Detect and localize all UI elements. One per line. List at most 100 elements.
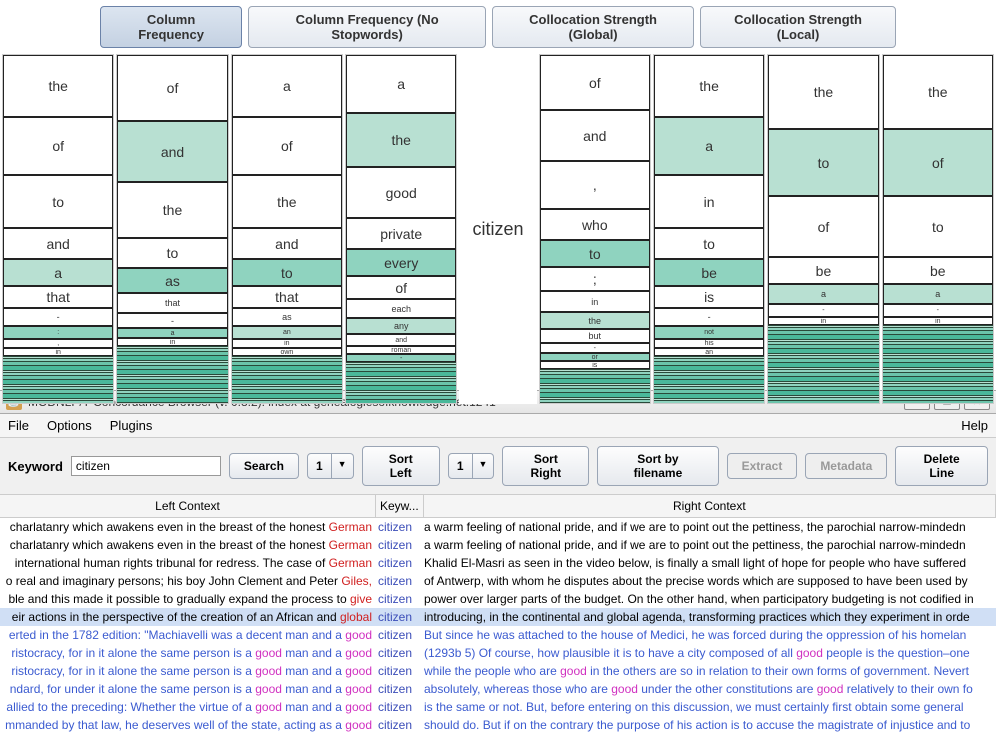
viz-word-cell[interactable]: to <box>540 240 650 267</box>
viz-word-cell[interactable]: be <box>654 259 764 286</box>
viz-word-cell[interactable]: be <box>883 257 993 284</box>
viz-word-cell[interactable]: the <box>768 55 878 129</box>
viz-word-cell[interactable]: that <box>117 293 227 313</box>
viz-tab[interactable]: Collocation Strength (Local) <box>700 6 896 48</box>
viz-word-cell[interactable]: - <box>3 308 113 326</box>
viz-word-cell[interactable]: to <box>654 228 764 259</box>
viz-word-cell[interactable]: a <box>883 284 993 304</box>
viz-word-cell[interactable]: be <box>768 257 878 284</box>
viz-word-cell[interactable]: an <box>654 348 764 356</box>
viz-word-cell[interactable]: - <box>540 343 650 353</box>
sort-right-num-dropdown[interactable]: 1 ▼ <box>448 453 495 479</box>
viz-word-cell[interactable]: is <box>654 286 764 308</box>
viz-word-cell[interactable]: that <box>3 286 113 308</box>
concordance-row[interactable]: eir actions in the perspective of the cr… <box>0 608 996 626</box>
viz-word-cell[interactable]: private <box>346 218 456 249</box>
viz-tab[interactable]: Collocation Strength (Global) <box>492 6 694 48</box>
concordance-row[interactable]: ristocracy, for in it alone the same per… <box>0 662 996 680</box>
viz-word-cell[interactable]: his <box>654 339 764 348</box>
concordance-row[interactable]: allied to the preceding: Whether the vir… <box>0 698 996 716</box>
viz-word-cell[interactable]: a <box>768 284 878 304</box>
viz-word-cell[interactable]: of <box>540 55 650 110</box>
viz-word-cell[interactable]: not <box>654 326 764 339</box>
header-left-context[interactable]: Left Context <box>0 495 376 517</box>
viz-tab[interactable]: Column Frequency (No Stopwords) <box>248 6 486 48</box>
viz-word-cell[interactable]: and <box>346 334 456 346</box>
viz-word-cell[interactable]: the <box>346 113 456 167</box>
viz-word-cell[interactable]: of <box>3 117 113 175</box>
viz-word-cell[interactable]: roman <box>346 346 456 354</box>
chevron-down-icon[interactable]: ▼ <box>473 453 495 479</box>
viz-word-cell[interactable]: of <box>883 129 993 196</box>
viz-tab[interactable]: Column Frequency <box>100 6 242 48</box>
sort-filename-button[interactable]: Sort by filename <box>597 446 718 486</box>
viz-word-cell[interactable]: a <box>654 117 764 175</box>
viz-word-cell[interactable]: as <box>232 308 342 326</box>
viz-word-cell[interactable]: of <box>346 276 456 299</box>
menu-plugins[interactable]: Plugins <box>110 418 153 433</box>
viz-word-cell[interactable]: : <box>3 326 113 339</box>
viz-word-cell[interactable]: the <box>117 182 227 238</box>
viz-word-cell[interactable]: the <box>232 175 342 228</box>
concordance-row[interactable]: charlatanry which awakens even in the br… <box>0 518 996 536</box>
viz-word-cell[interactable]: - <box>117 313 227 328</box>
viz-word-cell[interactable]: and <box>117 121 227 182</box>
header-keyword[interactable]: Keyw... <box>376 495 424 517</box>
viz-word-cell[interactable]: a <box>232 55 342 117</box>
viz-word-cell[interactable]: - <box>768 304 878 317</box>
viz-word-cell[interactable]: the <box>3 55 113 117</box>
viz-word-cell[interactable]: an <box>232 326 342 339</box>
concordance-row[interactable]: ndard, for under it alone the same perso… <box>0 680 996 698</box>
keyword-input[interactable] <box>71 456 221 476</box>
menu-options[interactable]: Options <box>47 418 92 433</box>
viz-word-cell[interactable]: of <box>117 55 227 121</box>
viz-word-cell[interactable]: the <box>540 312 650 329</box>
viz-word-cell[interactable]: a <box>346 55 456 113</box>
viz-column[interactable]: theaintobeis-nothisan <box>653 54 765 404</box>
concordance-table[interactable]: charlatanry which awakens even in the br… <box>0 518 996 734</box>
concordance-row[interactable]: o real and imaginary persons; his boy Jo… <box>0 572 996 590</box>
concordance-row[interactable]: mmanded by that law, he deserves well of… <box>0 716 996 734</box>
viz-word-cell[interactable]: in <box>117 338 227 346</box>
concordance-row[interactable]: ble and this made it possible to gradual… <box>0 590 996 608</box>
viz-word-cell[interactable]: that <box>232 286 342 308</box>
viz-word-cell[interactable]: and <box>540 110 650 161</box>
sort-right-button[interactable]: Sort Right <box>502 446 589 486</box>
viz-word-cell[interactable]: the <box>883 55 993 129</box>
sort-left-num-dropdown[interactable]: 1 ▼ <box>307 453 354 479</box>
viz-word-cell[interactable]: , <box>540 161 650 209</box>
delete-line-button[interactable]: Delete Line <box>895 446 988 486</box>
viz-word-cell[interactable]: good <box>346 167 456 218</box>
viz-word-cell[interactable]: ; <box>540 267 650 291</box>
header-right-context[interactable]: Right Context <box>424 495 996 517</box>
viz-word-cell[interactable]: and <box>232 228 342 259</box>
viz-column[interactable]: athegoodprivateeveryofeachanyandroman- <box>345 54 457 404</box>
viz-word-cell[interactable]: in <box>768 317 878 325</box>
menu-file[interactable]: File <box>8 418 29 433</box>
viz-word-cell[interactable]: each <box>346 299 456 318</box>
chevron-down-icon[interactable]: ▼ <box>332 453 354 479</box>
viz-column[interactable]: aoftheandtothatasaninown <box>231 54 343 404</box>
viz-word-cell[interactable]: in <box>654 175 764 228</box>
viz-column[interactable]: theoftoandathat-:,in <box>2 54 114 404</box>
viz-column[interactable]: ofand,whoto;inthebut-oris <box>539 54 651 404</box>
viz-word-cell[interactable]: a <box>3 259 113 286</box>
viz-word-cell[interactable]: and <box>3 228 113 259</box>
viz-word-cell[interactable]: but <box>540 329 650 343</box>
viz-word-cell[interactable]: in <box>883 317 993 325</box>
viz-word-cell[interactable]: in <box>540 291 650 312</box>
viz-word-cell[interactable]: the <box>654 55 764 117</box>
search-button[interactable]: Search <box>229 453 299 479</box>
viz-word-cell[interactable]: - <box>654 308 764 326</box>
viz-word-cell[interactable]: - <box>883 304 993 317</box>
viz-word-cell[interactable]: any <box>346 318 456 334</box>
viz-word-cell[interactable]: every <box>346 249 456 276</box>
sort-left-button[interactable]: Sort Left <box>362 446 440 486</box>
viz-word-cell[interactable]: in <box>232 339 342 348</box>
viz-word-cell[interactable]: to <box>883 196 993 257</box>
viz-word-cell[interactable]: who <box>540 209 650 240</box>
viz-word-cell[interactable]: in <box>3 348 113 356</box>
menu-help[interactable]: Help <box>961 418 988 433</box>
viz-column[interactable]: theoftobea-in <box>882 54 994 404</box>
viz-word-cell[interactable]: or <box>540 353 650 361</box>
